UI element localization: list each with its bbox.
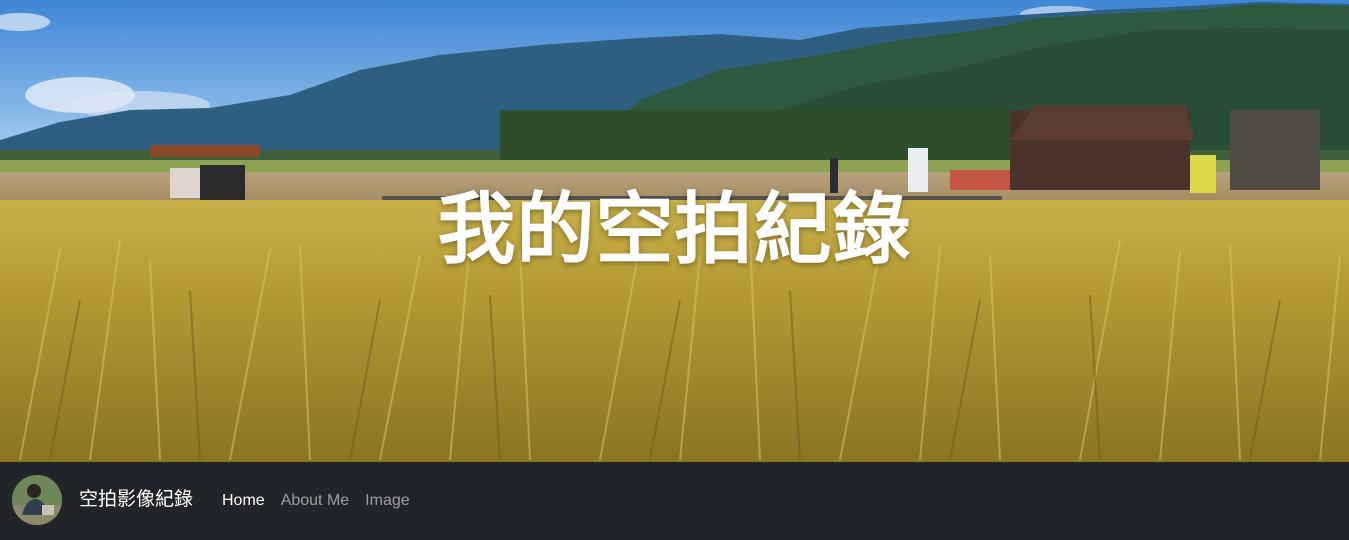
avatar[interactable] <box>12 475 62 525</box>
nav-item-image: Image <box>365 490 409 512</box>
hero-banner: 我的空拍紀錄 <box>0 0 1349 462</box>
nav-link-image[interactable]: Image <box>365 492 409 509</box>
navbar: 空拍影像紀錄 Home About Me Image <box>0 462 1349 540</box>
nav-item-about-me: About Me <box>281 490 349 512</box>
page: 我的空拍紀錄 空拍影像紀錄 Home About Me Image <box>0 0 1349 540</box>
hero-title: 我的空拍紀錄 <box>437 185 912 275</box>
brand-link[interactable]: 空拍影像紀錄 <box>79 486 193 512</box>
nav-link-home[interactable]: Home <box>222 492 265 509</box>
nav-menu: Home About Me Image <box>222 490 410 512</box>
nav-item-home: Home <box>222 490 265 512</box>
profile-photo-icon <box>12 475 62 525</box>
nav-link-about-me[interactable]: About Me <box>281 492 349 509</box>
